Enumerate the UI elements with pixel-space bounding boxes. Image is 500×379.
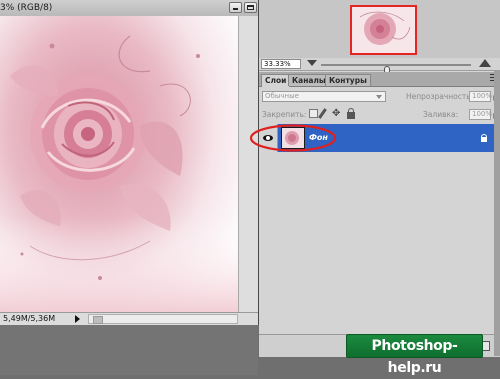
trash-icon[interactable]: [482, 341, 490, 351]
minimize-icon: [233, 8, 238, 10]
document-size-text: 5,49M/5,36M: [3, 314, 56, 323]
blend-mode-select[interactable]: Обычные: [262, 91, 386, 102]
zoom-level-field[interactable]: 33.33%: [261, 59, 301, 69]
blend-mode-value: Обычные: [265, 92, 299, 100]
panel-tabs: Слои Каналы Контуры: [259, 72, 500, 87]
zoom-slider[interactable]: [321, 64, 471, 74]
layer-lock-icon: [481, 134, 487, 142]
layers-panel: Слои Каналы Контуры Обычные Непрозрачнос…: [259, 72, 500, 357]
site-watermark: Photoshop-help.ru: [346, 334, 483, 376]
layer-row-background[interactable]: Фон: [259, 124, 500, 152]
navigator-preview-image[interactable]: [350, 5, 417, 55]
layer-visibility-toggle[interactable]: [259, 124, 278, 152]
fill-field[interactable]: 100%: [469, 109, 492, 120]
navigator-zoom-row: 33.33%: [259, 58, 500, 74]
layer-thumbnail[interactable]: [281, 127, 305, 149]
navigator-panel: 33.33%: [259, 0, 500, 74]
opacity-label: Непрозрачность:: [406, 92, 474, 101]
layer-thumbnail-artwork: [282, 128, 304, 148]
tab-channels[interactable]: Каналы: [288, 74, 330, 86]
lock-label: Закрепить:: [262, 110, 307, 119]
eye-icon: [263, 135, 273, 141]
zoom-in-icon[interactable]: [479, 59, 491, 67]
right-panel-dock: 33.33% Слои Каналы Контуры Обычные Непро…: [259, 0, 500, 357]
lock-image-pixels-icon[interactable]: [318, 108, 327, 119]
status-bar: 5,49M/5,36M: [0, 312, 258, 325]
minimize-button[interactable]: [229, 2, 242, 13]
workspace-background: [0, 325, 258, 375]
lock-transparent-pixels-icon[interactable]: [309, 109, 318, 118]
opacity-field[interactable]: 100%: [469, 91, 492, 102]
document-canvas[interactable]: [0, 16, 238, 312]
zoom-out-icon[interactable]: [307, 60, 317, 66]
tab-layers[interactable]: Слои: [261, 74, 291, 87]
document-window: 3% (RGB/8) 5,49M/5,36M: [0, 0, 259, 325]
panel-dock-edge: [494, 70, 500, 356]
layer-name[interactable]: Фон: [309, 133, 328, 142]
lock-all-icon[interactable]: [347, 108, 355, 119]
fill-label: Заливка:: [423, 110, 459, 119]
status-menu-arrow-icon[interactable]: [75, 315, 80, 323]
chevron-down-icon: [376, 95, 382, 99]
tab-paths[interactable]: Контуры: [325, 74, 371, 86]
maximize-icon: [247, 5, 254, 10]
vertical-scrollbar[interactable]: [238, 16, 258, 312]
horizontal-scroll-thumb[interactable]: [93, 316, 103, 324]
horizontal-scrollbar[interactable]: [88, 314, 238, 324]
rose-artwork-image: [0, 16, 238, 312]
lock-position-icon[interactable]: ✥: [332, 109, 341, 119]
document-title: 3% (RGB/8): [0, 3, 53, 13]
maximize-button[interactable]: [244, 2, 257, 13]
navigator-preview-artwork: [352, 7, 415, 53]
document-titlebar[interactable]: 3% (RGB/8): [0, 0, 258, 17]
